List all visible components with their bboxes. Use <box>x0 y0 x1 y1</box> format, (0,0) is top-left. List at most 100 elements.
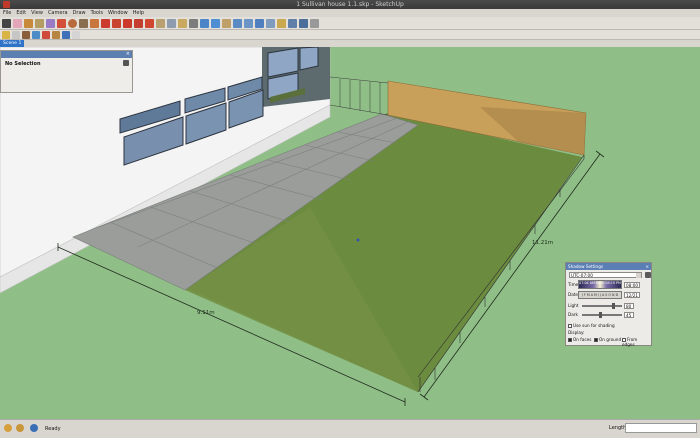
model-viewport[interactable] <box>0 47 700 419</box>
paint-icon[interactable] <box>24 18 33 28</box>
window <box>299 47 319 71</box>
shadows-icon[interactable] <box>42 30 50 39</box>
back-fence <box>329 76 389 116</box>
close-icon[interactable]: × <box>645 263 649 270</box>
menu-camera[interactable]: Camera <box>48 10 68 16</box>
save-icon[interactable] <box>12 30 20 39</box>
menu-help[interactable]: Help <box>133 10 144 16</box>
text-icon[interactable] <box>189 18 198 28</box>
window-title: 1 Sullivan house 1.1.skp - SketchUp <box>296 1 404 8</box>
on-faces-checkbox[interactable]: On faces <box>568 337 591 342</box>
walk-icon[interactable] <box>266 18 275 28</box>
menu-bar: File Edit View Camera Draw Tools Window … <box>0 9 700 17</box>
menu-tools[interactable]: Tools <box>91 10 103 16</box>
zoom-extents-icon[interactable] <box>255 18 264 28</box>
measurements-input[interactable] <box>625 423 697 433</box>
panel-options-icon[interactable] <box>123 60 129 66</box>
push-pull-icon[interactable] <box>101 18 110 28</box>
checkbox-icon <box>594 338 598 342</box>
sun-icon[interactable] <box>645 272 651 278</box>
use-sun-label: Use sun for shading <box>573 323 615 328</box>
display-label: Display: <box>568 330 585 335</box>
layers-icon[interactable] <box>72 30 80 39</box>
date-slider[interactable]: J F M A M J J A S O N D <box>578 291 622 299</box>
pencil-icon[interactable] <box>57 18 66 28</box>
geo-location-icon[interactable] <box>4 424 12 432</box>
use-sun-checkbox[interactable]: Use sun for shading <box>568 323 615 328</box>
get-models-icon[interactable] <box>22 30 30 39</box>
light-slider[interactable] <box>582 303 622 309</box>
rotate-icon[interactable] <box>123 18 132 28</box>
on-ground-checkbox[interactable]: On ground <box>594 337 621 342</box>
rectangle-icon[interactable] <box>90 18 99 28</box>
menu-edit[interactable]: Edit <box>16 10 26 16</box>
follow-me-icon[interactable] <box>145 18 154 28</box>
dark-label: Dark <box>568 312 578 317</box>
styles-icon[interactable] <box>62 30 70 39</box>
help-icon[interactable] <box>30 424 38 432</box>
on-ground-label: On ground <box>599 337 622 342</box>
menu-window[interactable]: Window <box>108 10 128 16</box>
dark-slider-thumb[interactable] <box>598 312 602 318</box>
time-label: Time <box>568 282 579 287</box>
scene-tabs: Scene 1 <box>0 40 700 47</box>
select-icon[interactable] <box>2 18 11 28</box>
dimension-icon[interactable] <box>167 18 176 28</box>
dark-input[interactable]: 45 <box>624 312 634 318</box>
circle-icon[interactable] <box>68 18 77 28</box>
protractor-icon[interactable] <box>178 18 187 28</box>
fog-icon[interactable] <box>52 30 60 39</box>
date-slider-ticks: J F M A M J J A S O N D <box>581 293 619 297</box>
dimension-width-label: 9.11m <box>197 310 215 316</box>
menu-draw[interactable]: Draw <box>73 10 86 16</box>
look-icon[interactable] <box>277 18 286 28</box>
orbit-icon[interactable] <box>211 18 220 28</box>
tab-scene-1[interactable]: Scene 1 <box>0 40 25 47</box>
status-text: Ready <box>45 426 61 432</box>
timezone-value: UTC-07:00 <box>571 273 593 278</box>
axes-icon[interactable] <box>200 18 209 28</box>
tape-icon[interactable] <box>156 18 165 28</box>
on-faces-label: On faces <box>573 337 592 342</box>
selection-status: No Selection <box>5 61 41 67</box>
close-icon[interactable]: × <box>126 51 130 58</box>
status-bar: Ready Length <box>0 419 700 438</box>
pan-icon[interactable] <box>222 18 231 28</box>
measurements-label: Length <box>609 425 627 431</box>
dark-slider[interactable] <box>582 312 622 318</box>
line-icon[interactable] <box>46 18 55 28</box>
credits-icon[interactable] <box>16 424 24 432</box>
menu-file[interactable]: File <box>3 10 11 16</box>
move-icon[interactable] <box>112 18 121 28</box>
timezone-select[interactable]: UTC-07:00 <box>569 272 642 278</box>
chevron-down-icon <box>636 273 641 278</box>
time-slider[interactable]: 07:04 AM Noon 04:19 PM <box>578 280 622 289</box>
shadow-settings-title: Shadow Settings <box>568 264 604 269</box>
main-toolbar <box>0 17 700 30</box>
light-slider-thumb[interactable] <box>611 303 615 309</box>
xray-icon[interactable] <box>310 18 319 28</box>
component-icon[interactable] <box>35 18 44 28</box>
checkbox-icon <box>568 324 572 328</box>
checkbox-icon <box>568 338 572 342</box>
open-icon[interactable] <box>2 30 10 39</box>
share-model-icon[interactable] <box>32 30 40 39</box>
from-edges-checkbox[interactable]: From edges <box>622 337 651 347</box>
menu-view[interactable]: View <box>31 10 43 16</box>
zoom-window-icon[interactable] <box>244 18 253 28</box>
shadow-settings-dialog: Shadow Settings × UTC-07:00 Time 07:04 A… <box>565 262 652 347</box>
time-input[interactable]: 08:00 <box>624 282 640 288</box>
eraser-icon[interactable] <box>13 18 22 28</box>
section-icon[interactable] <box>299 18 308 28</box>
arc-icon[interactable] <box>79 18 88 28</box>
zoom-icon[interactable] <box>233 18 242 28</box>
position-camera-icon[interactable] <box>288 18 297 28</box>
offset-icon[interactable] <box>134 18 143 28</box>
entity-info-header: × <box>1 51 132 58</box>
title-bar: 1 Sullivan house 1.1.skp - SketchUp <box>0 0 700 9</box>
date-input[interactable]: 12/21 <box>624 292 640 298</box>
axis-point <box>356 238 360 242</box>
scene-drawing <box>0 47 605 406</box>
shadow-settings-header: Shadow Settings × <box>566 263 651 270</box>
light-input[interactable]: 80 <box>624 303 634 309</box>
